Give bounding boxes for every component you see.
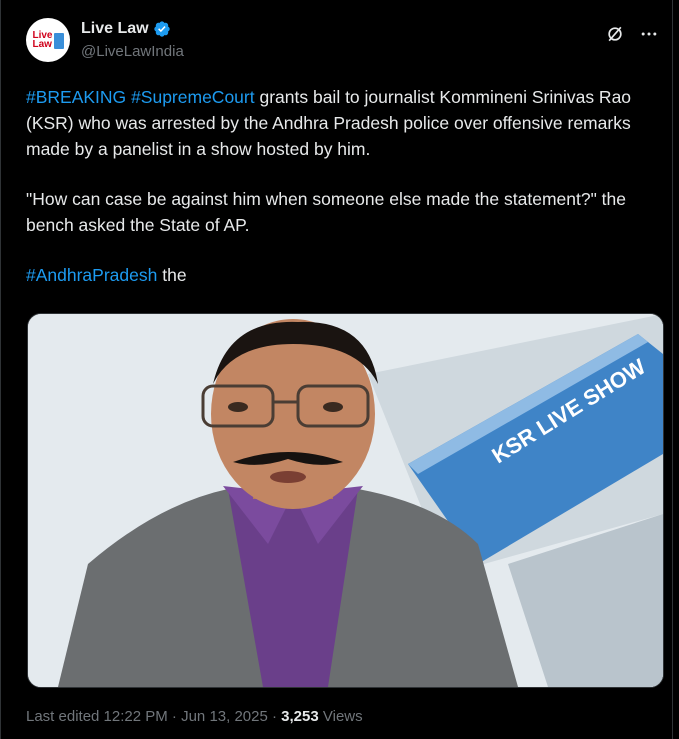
news-photo: KSR LIVE SHOW	[28, 314, 663, 687]
avatar[interactable]: Live Law	[26, 18, 70, 62]
left-border	[0, 0, 1, 739]
hashtag-supremecourt[interactable]: #SupremeCourt	[131, 87, 255, 107]
grok-icon[interactable]	[605, 24, 625, 44]
views-count: 3,253	[281, 708, 319, 725]
post-paragraph-1: #BREAKING #SupremeCourt grants bail to j…	[26, 84, 666, 162]
post-image[interactable]: KSR LIVE SHOW	[27, 313, 664, 688]
logo-mark	[53, 33, 64, 49]
post-paragraph-3: #AndhraPradesh the	[26, 262, 666, 288]
hashtag-andhrapradesh[interactable]: #AndhraPradesh	[26, 265, 157, 285]
verified-badge-icon	[153, 21, 170, 37]
post-meta: Last edited 12:22 PM · Jun 13, 2025 · 3,…	[26, 708, 363, 725]
hashtag-breaking[interactable]: #BREAKING	[26, 87, 126, 107]
post-quote: "How can case be against him when someon…	[26, 189, 626, 235]
account-handle[interactable]: @LiveLawIndia	[81, 43, 184, 60]
account-name[interactable]: Live Law	[81, 20, 149, 38]
post-header: Live Law Live Law @LiveLawIndia	[26, 18, 659, 68]
trailing-text: the	[157, 265, 187, 285]
post-text: #BREAKING #SupremeCourt grants bail to j…	[26, 84, 666, 312]
right-border	[672, 0, 673, 739]
views-label: Views	[318, 708, 363, 725]
more-icon[interactable]	[639, 24, 659, 44]
name-row: Live Law	[81, 20, 171, 38]
edited-timestamp[interactable]: Last edited 12:22 PM · Jun 13, 2025 ·	[26, 708, 281, 725]
post-actions	[605, 24, 659, 44]
logo-text: Live Law	[32, 30, 53, 50]
